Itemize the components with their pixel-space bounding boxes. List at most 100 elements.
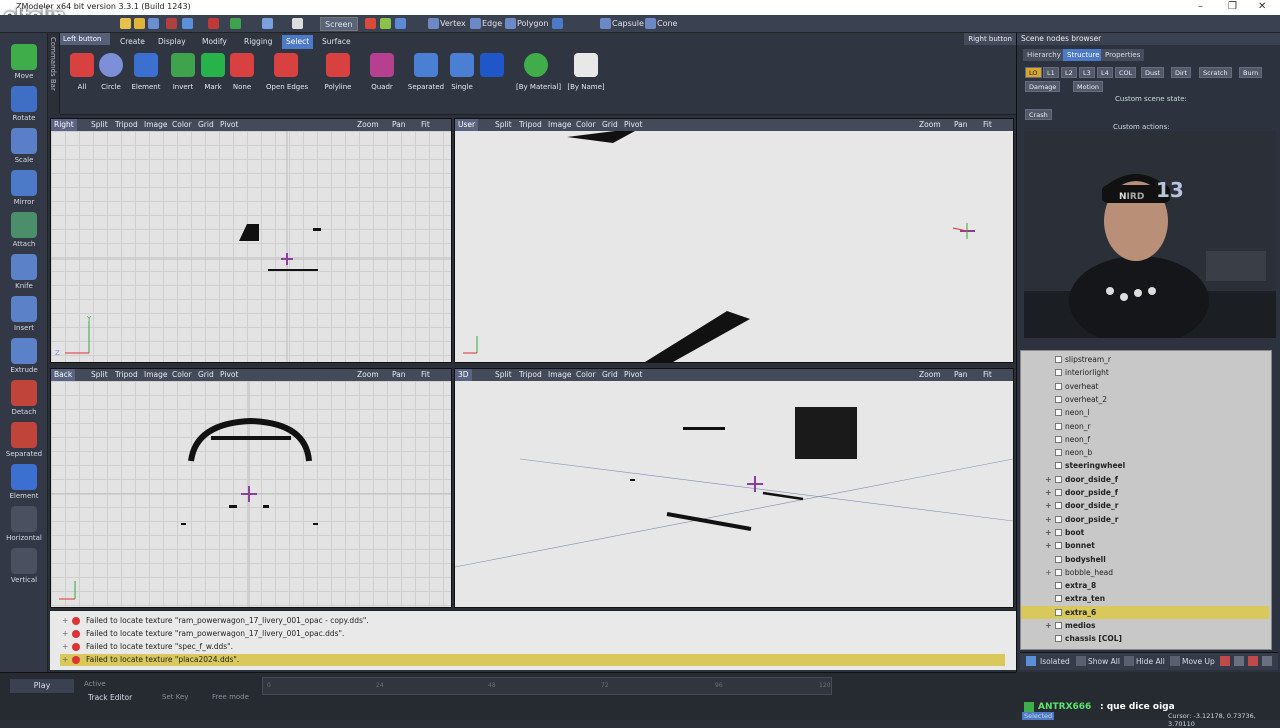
tab-rigging[interactable]: Rigging	[240, 35, 276, 49]
detach-tool[interactable]: Detach	[0, 377, 48, 419]
grid-button[interactable]: Grid	[602, 369, 618, 381]
knife-tool[interactable]: Knife	[0, 251, 48, 293]
save-icon[interactable]	[148, 18, 159, 29]
tree-node[interactable]: slipstream_r	[1021, 353, 1269, 366]
select-none-button[interactable]: None	[222, 51, 262, 111]
split-button[interactable]: Split	[91, 369, 108, 381]
image-button[interactable]: Image	[144, 119, 168, 131]
split-button[interactable]: Split	[495, 119, 512, 131]
scale-tool[interactable]: Scale	[0, 125, 48, 167]
minimize-button[interactable]: –	[1198, 1, 1203, 12]
tree-node[interactable]: neon_r	[1021, 420, 1269, 433]
element-tool[interactable]: Element	[0, 461, 48, 503]
document-icon[interactable]	[292, 18, 303, 29]
maximize-button[interactable]: ❐	[1228, 1, 1237, 12]
tree-node[interactable]: + door_pside_f	[1021, 486, 1269, 499]
tree-node[interactable]: steeringwheel	[1021, 459, 1269, 472]
tree-node[interactable]: + bobble_head	[1021, 566, 1269, 579]
visibility-checkbox[interactable]	[1055, 449, 1062, 457]
new-file-icon[interactable]	[120, 18, 131, 29]
expand-icon[interactable]: +	[1045, 539, 1052, 552]
select-element-button[interactable]: Element	[126, 51, 166, 111]
tab-create[interactable]: Create	[116, 35, 149, 49]
tree-node[interactable]: + door_dside_f	[1021, 473, 1269, 486]
capsule-icon[interactable]	[600, 18, 611, 29]
axis-z-icon[interactable]	[395, 18, 406, 29]
open-folder-icon[interactable]	[134, 18, 145, 29]
tree-node[interactable]: + door_pside_r	[1021, 513, 1269, 526]
state-chip-lo[interactable]: LO	[1025, 67, 1042, 78]
grid-button[interactable]: Grid	[198, 119, 214, 131]
color-button[interactable]: Color	[576, 369, 596, 381]
close-button[interactable]: ✕	[1258, 1, 1266, 12]
pivot-button[interactable]: Pivot	[624, 119, 642, 131]
vertical-tool[interactable]: Vertical	[0, 545, 48, 587]
damage-dropdown[interactable]: Damage	[1025, 81, 1061, 92]
track-editor-button[interactable]: Track Editor	[88, 693, 132, 702]
message-item[interactable]: + Failed to locate texture "ram_powerwago…	[60, 615, 1005, 627]
tab-surface[interactable]: Surface	[318, 35, 355, 49]
link-icon[interactable]	[262, 18, 273, 29]
crash-button[interactable]: Crash	[1025, 109, 1052, 120]
pivot-button[interactable]: Pivot	[624, 369, 642, 381]
axis-y-icon[interactable]	[380, 18, 391, 29]
viewport-user-canvas[interactable]	[455, 131, 1013, 362]
hd-button[interactable]	[472, 51, 512, 111]
tripod-button[interactable]: Tripod	[115, 119, 138, 131]
timeline-track[interactable]: 0 24 48 72 96 120	[262, 677, 832, 695]
viewport-3d-canvas[interactable]	[454, 381, 1014, 607]
tab-hierarchy[interactable]: Hierarchy	[1023, 49, 1065, 61]
separated-tool[interactable]: Separated	[0, 419, 48, 461]
insert-tool[interactable]: Insert	[0, 293, 48, 335]
motion-dropdown[interactable]: Motion	[1073, 81, 1104, 92]
fit-button[interactable]: Fit	[983, 369, 992, 381]
capsule-button[interactable]: Capsule	[612, 17, 644, 31]
by-material-button[interactable]: [By Material]	[516, 51, 561, 111]
pan-button[interactable]: Pan	[392, 369, 406, 381]
tree-node[interactable]: + door_dside_r	[1021, 499, 1269, 512]
visibility-checkbox[interactable]	[1055, 369, 1062, 377]
state-chip-l1[interactable]: L1	[1043, 67, 1059, 78]
visibility-checkbox[interactable]	[1055, 515, 1062, 523]
tab-structure[interactable]: Structure	[1063, 49, 1104, 61]
message-item-selected[interactable]: + Failed to locate texture "placa2024.dds…	[60, 654, 1005, 666]
visibility-checkbox[interactable]	[1055, 395, 1062, 403]
state-chip-dust[interactable]: Dust	[1141, 67, 1165, 78]
remove-icon[interactable]	[1248, 656, 1258, 666]
tree-node[interactable]: overheat	[1021, 380, 1269, 393]
tripod-button[interactable]: Tripod	[519, 369, 542, 381]
visibility-checkbox[interactable]	[1055, 528, 1062, 536]
tab-select[interactable]: Select	[282, 35, 314, 49]
tree-node[interactable]: + bonnet	[1021, 539, 1269, 552]
edge-icon[interactable]	[470, 18, 481, 29]
visibility-checkbox[interactable]	[1055, 608, 1062, 616]
select-circle-button[interactable]: Circle	[91, 51, 131, 111]
rotate-tool[interactable]: Rotate	[0, 83, 48, 125]
message-item[interactable]: + Failed to locate texture "spec_f_w.dds"…	[60, 641, 1005, 653]
zoom-button[interactable]: Zoom	[357, 369, 379, 381]
expand-icon[interactable]: +	[1045, 486, 1052, 499]
polygon-mode-button[interactable]: Polygon	[517, 17, 548, 31]
fit-button[interactable]: Fit	[421, 369, 430, 381]
viewport-user[interactable]: User Split Tripod Image Color Grid Pivot…	[454, 118, 1014, 363]
expand-icon[interactable]: +	[1045, 473, 1052, 486]
tree-node[interactable]: bodyshell	[1021, 553, 1269, 566]
viewport-back-name[interactable]: Back	[51, 369, 76, 381]
commands-bar-strip[interactable]: Commands Bar	[48, 33, 60, 113]
show-all-button[interactable]: Show All	[1088, 657, 1120, 666]
state-chip-burn[interactable]: Burn	[1239, 67, 1263, 78]
pan-button[interactable]: Pan	[954, 369, 968, 381]
color-button[interactable]: Color	[172, 369, 192, 381]
message-item[interactable]: + Failed to locate texture "ram_powerwago…	[60, 628, 1005, 640]
pan-button[interactable]: Pan	[954, 119, 968, 131]
visibility-checkbox[interactable]	[1055, 462, 1062, 470]
split-button[interactable]: Split	[91, 119, 108, 131]
expand-icon[interactable]: +	[1045, 513, 1052, 526]
image-button[interactable]: Image	[144, 369, 168, 381]
expand-icon[interactable]: +	[1045, 566, 1052, 579]
visibility-checkbox[interactable]	[1055, 542, 1062, 550]
redo-icon[interactable]	[182, 18, 193, 29]
isolated-button[interactable]: Isolated	[1040, 657, 1070, 666]
tripod-button[interactable]: Tripod	[115, 369, 138, 381]
viewport-right[interactable]: Right Split Tripod Image Color Grid Pivo…	[50, 118, 452, 363]
